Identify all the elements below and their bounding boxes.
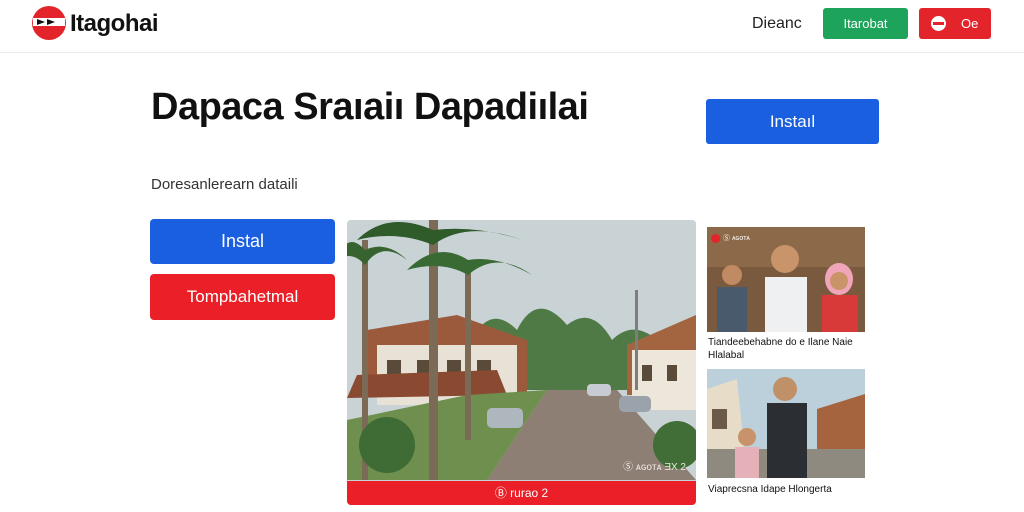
install-button[interactable]: Instal (150, 219, 335, 264)
street-portrait-illustration (707, 369, 865, 478)
street-photo[interactable]: Ⓢ ᴀɢᴏᴛᴀ ƎX 2 Ⓑ rurao 2 (347, 220, 696, 505)
news-caption-1[interactable]: Tiandeebehabne do e Ilane Naie Hlalabal (708, 336, 868, 362)
green-header-button[interactable]: Itarobat (823, 8, 908, 39)
source-badge-icon (711, 233, 720, 243)
red-action-button[interactable]: Tompbahetmal (150, 274, 335, 320)
news-caption-2[interactable]: Viaprecsna Idape Hlongerta (708, 483, 868, 496)
top-bar: Itagohai Dieanc Itarobat Oe (0, 0, 1024, 53)
brand-name[interactable]: Itagohai (70, 10, 159, 38)
thumbnail-source-tag: Ⓢ ᴀɢᴏᴛᴀ (711, 233, 750, 243)
nav-link[interactable]: Dieanc (752, 15, 802, 33)
news-thumbnail-2[interactable] (707, 369, 865, 478)
news-thumbnail-1[interactable]: Ⓢ ᴀɢᴏᴛᴀ (707, 227, 865, 332)
brand-logo-icon[interactable] (31, 5, 67, 41)
thumbnail-source-label: Ⓢ ᴀɢᴏᴛᴀ (723, 235, 750, 242)
photo-caption[interactable]: Ⓑ rurao 2 (347, 481, 696, 505)
photo-watermark: Ⓢ ᴀɢᴏᴛᴀ ƎX 2 (623, 462, 686, 473)
page-subtitle: Doresanlerearn dataili (151, 176, 298, 193)
red-header-button[interactable]: Oe (919, 8, 991, 39)
install-button-primary[interactable]: Instaıl (706, 99, 879, 144)
page-title: Dapaca Sraıaiı Dapadiılai (151, 86, 589, 128)
circle-icon (931, 16, 946, 31)
red-header-button-label: Oe (961, 16, 979, 31)
